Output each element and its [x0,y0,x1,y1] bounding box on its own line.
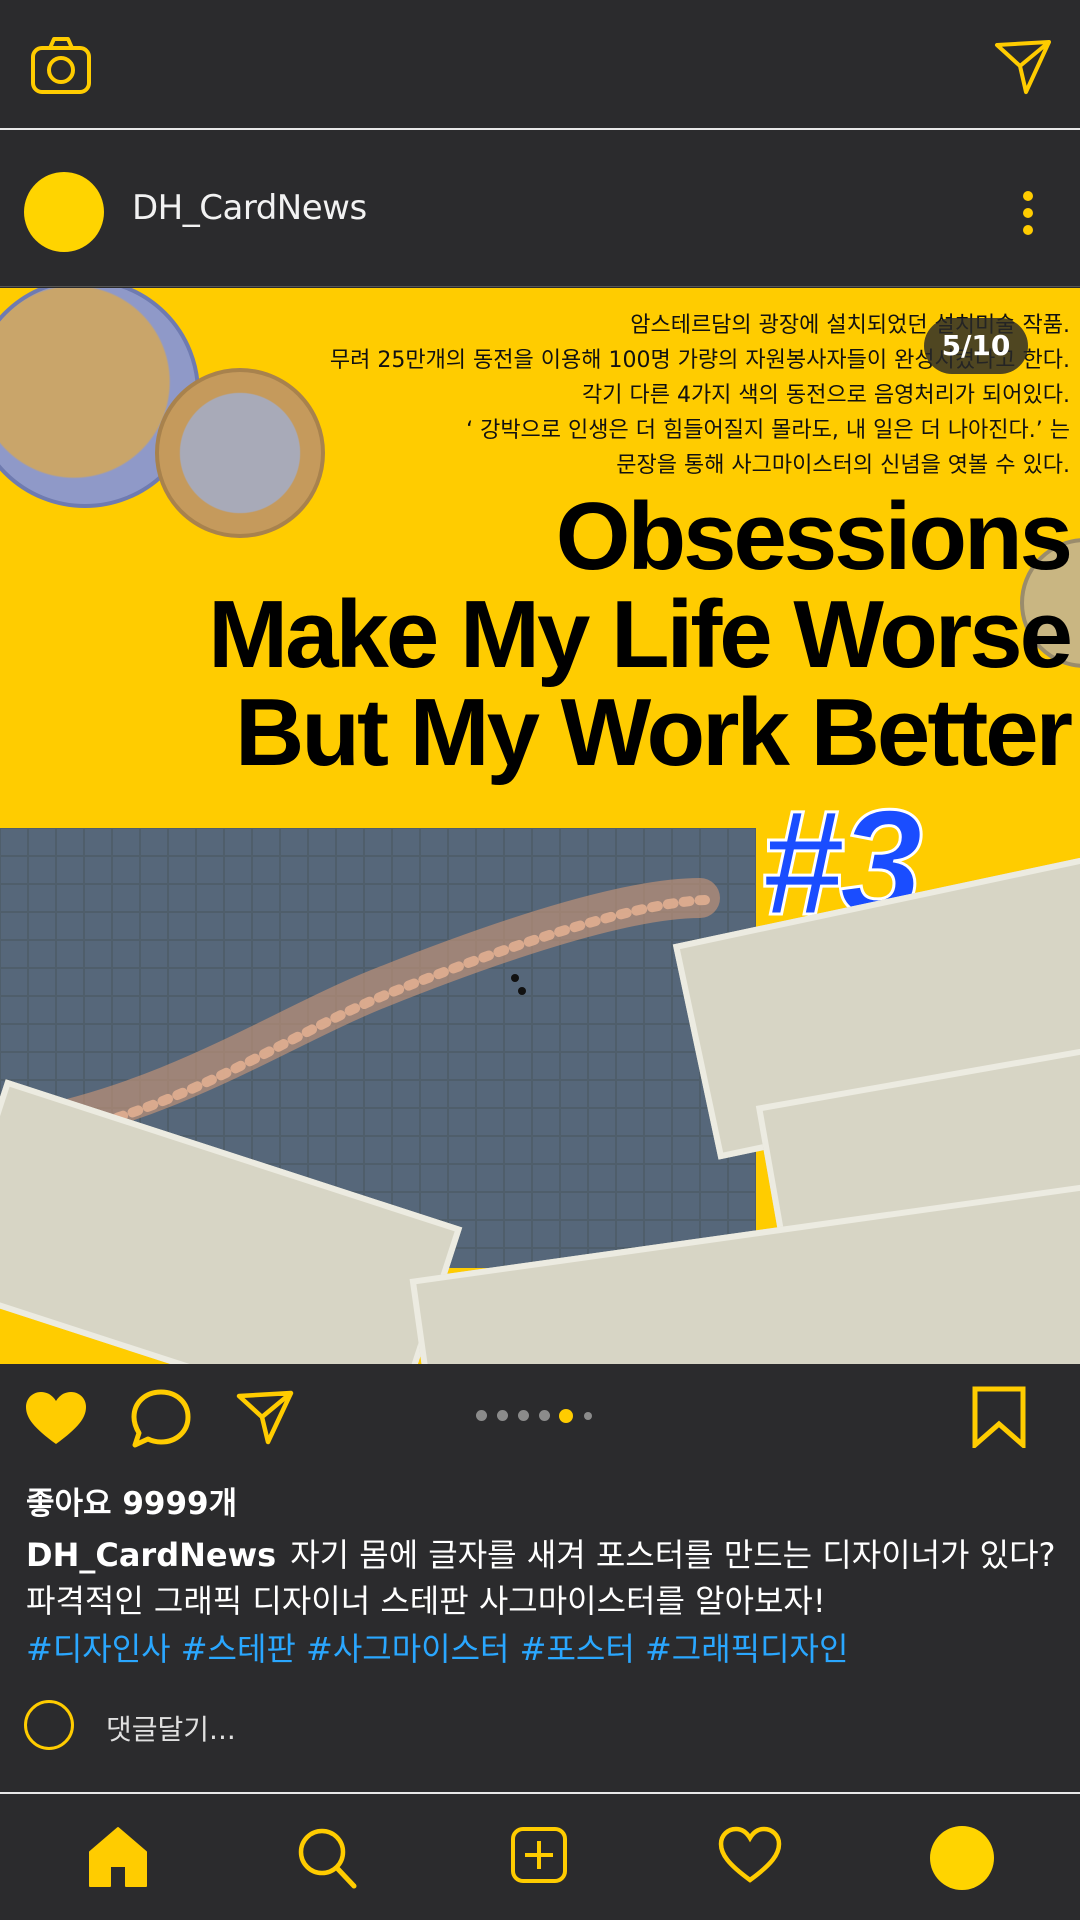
comment-row[interactable]: 댓글달기... [0,1700,1080,1760]
post-card-image[interactable]: 암스테르담의 광장에 설치되었던 설치미술 작품. 무려 25만개의 동전을 이… [0,288,1080,1364]
top-bar [0,0,1080,128]
comment-input[interactable]: 댓글달기... [106,1708,236,1748]
post-hashtags[interactable]: #디자인사 #스테판 #사그마이스터 #포스터 #그래픽디자인 [26,1624,848,1670]
headline-line: Make My Life Worse [208,581,1073,688]
comment-icon[interactable] [130,1388,192,1448]
carousel-dot-active [559,1409,573,1423]
heart-filled-icon[interactable] [24,1390,88,1446]
post-caption: DH_CardNews 자기 몸에 글자를 새겨 포스터를 만드는 디자이너가 있… [26,1532,1066,1624]
headline-line: Obsessions [555,483,1073,590]
bottom-navigation [0,1794,1080,1920]
ko-line: 각기 다른 4가지 색의 동전으로 음영처리가 되어있다. [582,383,1070,408]
commenter-avatar [24,1700,74,1750]
carousel-dot [497,1410,508,1421]
search-icon[interactable] [296,1826,358,1890]
caption-username[interactable]: DH_CardNews [26,1536,276,1574]
bookmark-icon[interactable] [972,1386,1026,1448]
home-icon[interactable] [88,1826,148,1888]
camera-icon[interactable] [30,34,92,96]
author-avatar[interactable] [24,172,104,252]
ko-line: 문장을 통해 사그마이스터의 신념을 엿볼 수 있다. [616,453,1070,478]
carousel-dot [518,1410,529,1421]
card-headline: Obsessions Make My Life Worse But My Wor… [10,483,1073,786]
profile-avatar[interactable] [930,1826,994,1890]
carousel-dot [584,1412,592,1420]
carousel-dot [539,1410,550,1421]
send-icon[interactable] [994,38,1052,96]
header-divider [0,286,1080,287]
carousel-page-indicator: 5/10 [924,318,1028,374]
add-post-icon[interactable] [510,1826,568,1884]
headline-line: But My Work Better [235,679,1073,786]
share-send-icon[interactable] [236,1390,294,1446]
like-count[interactable]: 좋아요 9999개 [26,1478,237,1523]
activity-heart-icon[interactable] [718,1826,782,1884]
author-username[interactable]: DH_CardNews [132,188,367,228]
more-vertical-icon[interactable] [1022,190,1034,236]
carousel-dot [476,1410,487,1421]
ko-line: ‘ 강박으로 인생은 더 힘들어질지 몰라도, 내 일은 더 나아진다.’ 는 [466,418,1070,443]
post-header: DH_CardNews [0,130,1080,286]
